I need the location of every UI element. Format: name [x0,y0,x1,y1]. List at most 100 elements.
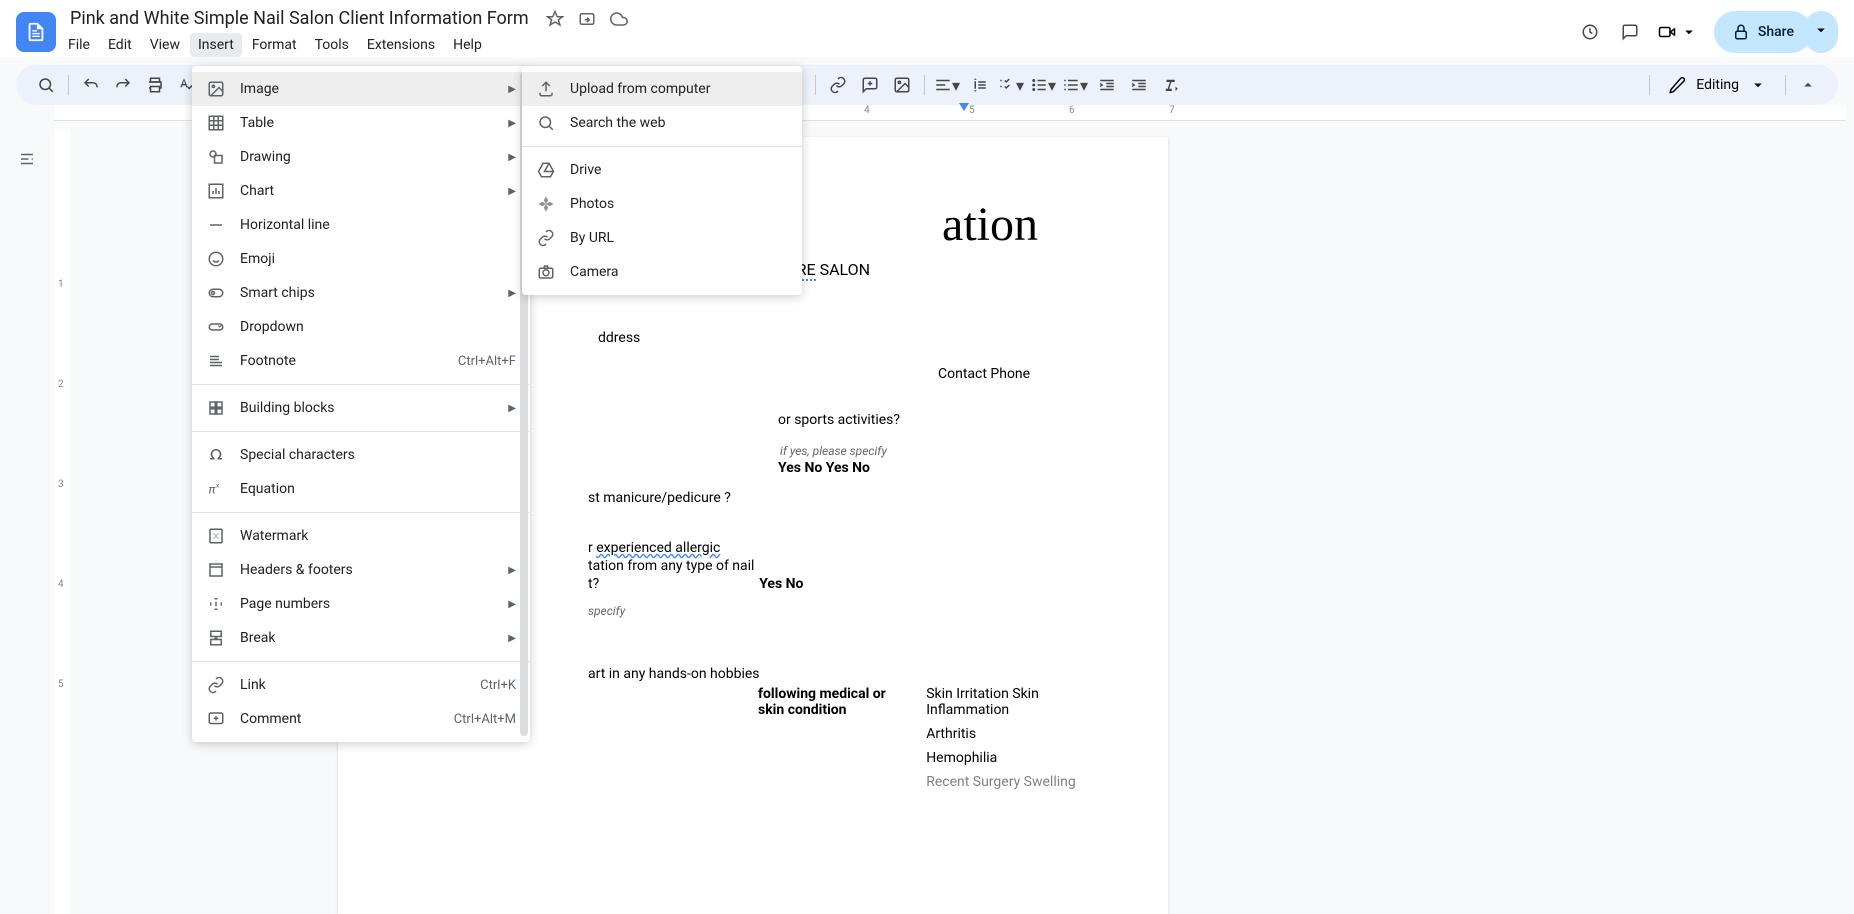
link-icon[interactable] [824,71,852,99]
star-icon[interactable] [545,9,565,29]
break-icon [206,628,226,648]
insert-item-smart-chips[interactable]: Smart chips▶ [192,276,530,310]
photos-icon [536,194,556,214]
insert-item-dropdown[interactable]: Dropdown [192,310,530,344]
footnote-icon [206,351,226,371]
upload-icon [536,79,556,99]
image-item-upload-from-computer[interactable]: Upload from computer [522,72,802,106]
editing-mode-button[interactable]: Editing [1658,72,1777,98]
insert-item-horizontal-line[interactable]: Horizontal line [192,208,530,242]
pi-icon: πx [206,479,226,499]
insert-item-image[interactable]: Image▶ [192,72,530,106]
outline-icon[interactable] [9,141,45,177]
blocks-icon [206,398,226,418]
share-dropdown[interactable] [1804,11,1838,53]
image-item-photos[interactable]: Photos [522,187,802,221]
chart-icon [206,181,226,201]
insert-item-comment[interactable]: CommentCtrl+Alt+M [192,702,530,736]
decrease-indent-icon[interactable] [1093,71,1121,99]
menu-help[interactable]: Help [445,33,490,57]
menu-tools[interactable]: Tools [307,33,357,57]
insert-item-page-numbers[interactable]: Page numbers▶ [192,587,530,621]
menu-edit[interactable]: Edit [100,33,140,57]
chevron-right-icon: ▶ [508,186,516,197]
move-icon[interactable] [577,9,597,29]
insert-item-equation[interactable]: πxEquation [192,472,530,506]
watermark-icon [206,526,226,546]
chevron-right-icon: ▶ [508,84,516,95]
align-icon[interactable]: ▾ [933,71,961,99]
drive-icon [536,160,556,180]
insert-item-table[interactable]: Table▶ [192,106,530,140]
omega-icon [206,445,226,465]
meet-button[interactable] [1658,23,1698,41]
indent-marker[interactable] [959,103,969,111]
drawing-icon [206,147,226,167]
insert-item-headers-&-footers[interactable]: Headers & footers▶ [192,553,530,587]
menu-insert[interactable]: Insert [190,33,242,57]
print-icon[interactable] [141,71,169,99]
checklist-icon[interactable]: ▾ [997,71,1025,99]
hr-icon [206,215,226,235]
chevron-right-icon: ▶ [508,633,516,644]
cloud-status-icon[interactable] [609,9,629,29]
insert-item-emoji[interactable]: Emoji [192,242,530,276]
comments-icon[interactable] [1618,20,1642,44]
menu-file[interactable]: File [60,33,98,57]
bulleted-list-icon[interactable]: ▾ [1029,71,1057,99]
menu-extensions[interactable]: Extensions [359,33,443,57]
pagenum-icon [206,594,226,614]
collapse-toolbar-icon[interactable] [1794,71,1822,99]
history-icon[interactable] [1578,20,1602,44]
image-item-search-the-web[interactable]: Search the web [522,106,802,140]
chevron-right-icon: ▶ [508,565,516,576]
insert-item-link[interactable]: LinkCtrl+K [192,668,530,702]
insert-item-building-blocks[interactable]: Building blocks▶ [192,391,530,425]
search-icon [536,113,556,133]
table-icon [206,113,226,133]
camera-icon [536,262,556,282]
chevron-right-icon: ▶ [508,403,516,414]
vertical-ruler[interactable]: 1 2 3 4 5 [54,129,70,914]
insert-item-footnote[interactable]: FootnoteCtrl+Alt+F [192,344,530,378]
insert-item-break[interactable]: Break▶ [192,621,530,655]
image-item-drive[interactable]: Drive [522,153,802,187]
clear-formatting-icon[interactable] [1157,71,1185,99]
editing-mode-label: Editing [1696,77,1739,93]
increase-indent-icon[interactable] [1125,71,1153,99]
image-item-by-url[interactable]: By URL [522,221,802,255]
chevron-right-icon: ▶ [508,152,516,163]
share-label: Share [1758,24,1794,40]
dropdown-icon [206,317,226,337]
chevron-right-icon: ▶ [508,599,516,610]
insert-image-icon[interactable] [888,71,916,99]
menu-bar: File Edit View Insert Format Tools Exten… [60,33,1568,57]
emoji-icon [206,249,226,269]
share-button[interactable]: Share [1714,11,1812,53]
line-spacing-icon[interactable] [965,71,993,99]
doc-title[interactable]: Pink and White Simple Nail Salon Client … [66,6,533,31]
search-tool-icon[interactable] [32,71,60,99]
url-icon [536,228,556,248]
svg-text:π: π [209,483,216,497]
chips-icon [206,283,226,303]
menu-format[interactable]: Format [244,33,305,57]
insert-dropdown-menu: Image▶Table▶Drawing▶Chart▶Horizontal lin… [192,66,530,742]
insert-item-special-characters[interactable]: Special characters [192,438,530,472]
chevron-right-icon: ▶ [508,288,516,299]
undo-icon[interactable] [77,71,105,99]
link-icon [206,675,226,695]
menu-view[interactable]: View [142,33,188,57]
insert-item-drawing[interactable]: Drawing▶ [192,140,530,174]
comment-icon [206,709,226,729]
chevron-right-icon: ▶ [508,118,516,129]
docs-logo[interactable] [16,12,56,52]
numbered-list-icon[interactable]: ▾ [1061,71,1089,99]
insert-item-chart[interactable]: Chart▶ [192,174,530,208]
add-comment-icon[interactable] [856,71,884,99]
redo-icon[interactable] [109,71,137,99]
insert-item-watermark[interactable]: Watermark [192,519,530,553]
image-item-camera[interactable]: Camera [522,255,802,289]
image-submenu: Upload from computerSearch the web DriveP… [522,66,802,295]
svg-text:x: x [216,482,220,490]
